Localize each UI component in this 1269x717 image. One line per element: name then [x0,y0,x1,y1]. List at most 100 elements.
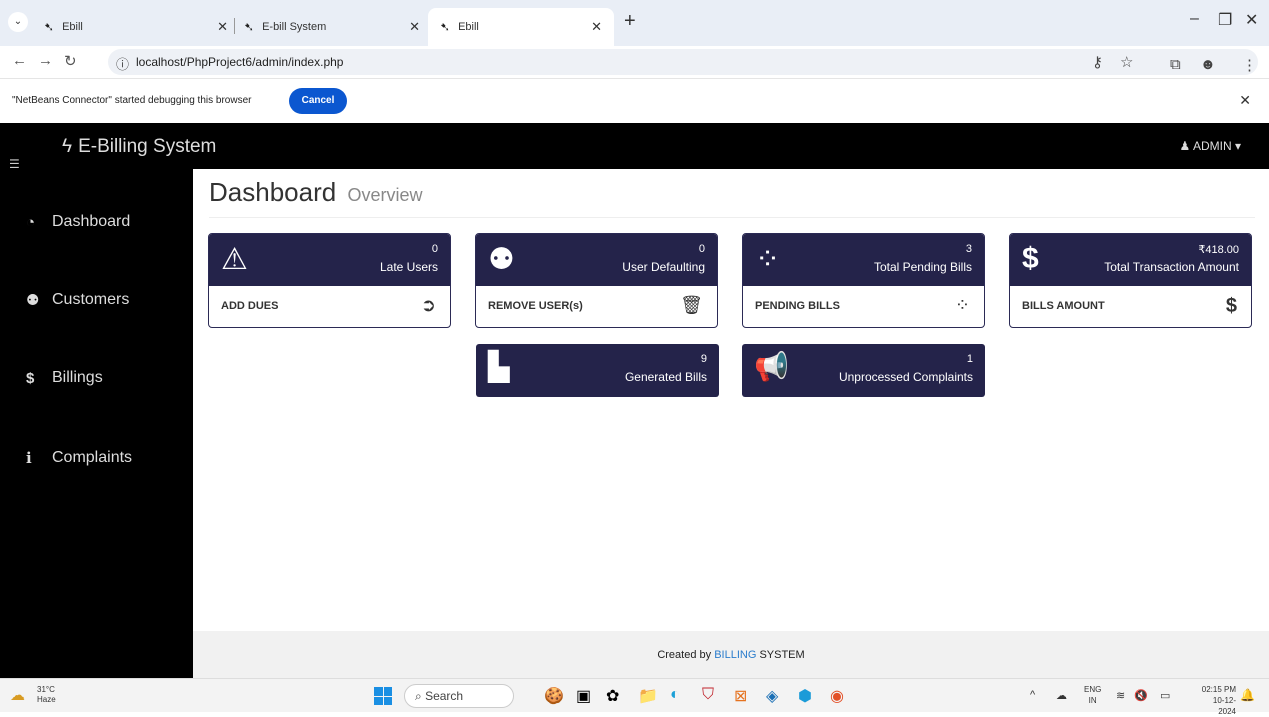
browser-tab[interactable]: ➷ Ebill ✕ [44,14,228,40]
extensions-icon[interactable]: ⧉ [1170,56,1181,73]
language-indicator[interactable]: ENG IN [1084,684,1101,706]
bolt-icon: ϟ [62,136,73,157]
pending-bills-card: ⁘ 3 Total Pending Bills PENDING BILLS ⁘ [742,233,985,328]
wifi-icon[interactable]: ≋ [1116,689,1125,702]
spinner-icon: ⁘ [954,295,970,315]
volume-icon[interactable]: 🔇 [1134,689,1148,702]
user-menu[interactable]: ♟ ADMIN ▾ [1180,139,1241,153]
copilot-icon[interactable]: ✿ [606,686,619,706]
password-key-icon[interactable]: ⚷ [1092,53,1103,71]
unprocessed-complaints-count: 1 [966,353,973,365]
sidebar-item-billings[interactable]: $ Billings [26,369,103,387]
card-footer-label: BILLS AMOUNT [1022,300,1105,312]
tab-close-icon[interactable]: ✕ [217,19,228,35]
clock[interactable]: 02:15 PM 10-12-2024 [1196,684,1236,717]
onedrive-icon[interactable]: ☁ [1056,689,1067,702]
sidebar-item-complaints[interactable]: i Complaints [26,449,132,467]
browser-tab-active[interactable]: ➷ Ebill ✕ [428,8,614,46]
task-view-icon[interactable]: ▣ [576,686,591,706]
weather-icon[interactable]: ☁ [10,686,25,704]
url-text[interactable]: localhost/PhpProject6/admin/index.php [136,55,343,69]
tab-favicon-icon: ➷ [440,20,451,34]
restore-icon[interactable]: ❐ [1218,10,1232,30]
chrome-icon[interactable]: ◉ [830,686,844,706]
cancel-debugging-button[interactable]: Cancel [289,88,347,114]
tab-search-button[interactable]: ⌄ [8,12,28,32]
notification-bell-icon[interactable]: 🔔 [1240,688,1255,702]
netbeans-icon[interactable]: ◈ [766,686,778,706]
unprocessed-complaints-card[interactable]: 📢 1 Unprocessed Complaints [742,344,985,397]
widgets-icon[interactable]: 🍪 [544,686,564,706]
tab-close-icon[interactable]: ✕ [409,19,420,35]
tab-title: Ebill [62,21,83,33]
file-explorer-icon[interactable]: 📁 [638,686,658,706]
taskbar-search[interactable]: ⌕ Search [404,684,514,708]
sidebar-item-label: Billings [52,369,103,386]
clock-date: 10-12-2024 [1212,696,1236,716]
sidebar-item-label: Dashboard [52,213,131,230]
footer-prefix: Created by [657,649,712,661]
dollar-icon: $ [1022,242,1039,275]
weather-condition: Haze [37,695,56,704]
browser-menu-icon[interactable]: ⋮ [1242,56,1257,74]
unprocessed-complaints-label: Unprocessed Complaints [838,370,973,384]
edge-icon[interactable]: ◐ [670,686,680,704]
weather-widget[interactable]: 31°C Haze [37,685,56,705]
transaction-amount-label: Total Transaction Amount [1104,260,1239,274]
tab-favicon-icon: ➷ [44,20,55,34]
card-header: ⚠ 0 Late Users [209,234,450,286]
address-bar[interactable]: ⓘ localhost/PhpProject6/admin/index.php … [108,49,1258,75]
bills-amount-link[interactable]: BILLS AMOUNT $ [1010,286,1251,327]
page-footer: Created by BILLING SYSTEM [193,631,1269,678]
spinner-icon: ⁘ [755,243,781,276]
infobar-close-icon[interactable]: ✕ [1239,92,1251,109]
transaction-amount-value: ₹418.00 [1198,244,1239,256]
sidebar-item-dashboard[interactable]: ◔ Dashboard [26,213,130,231]
browser-tab-strip: ⌄ ➷ Ebill ✕ ➷ E-bill System ✕ ➷ Ebill ✕ … [0,0,1269,46]
generated-bills-card[interactable]: ▙ 9 Generated Bills [476,344,719,397]
debug-infobar: "NetBeans Connector" started debugging t… [0,78,1269,123]
battery-icon[interactable]: ▭ [1160,689,1170,702]
tab-separator [234,18,235,34]
pending-bills-label: Total Pending Bills [873,260,972,274]
remove-users-link[interactable]: REMOVE USER(s) 🗑 [476,286,717,327]
footer-text: Created by BILLING SYSTEM [193,649,1269,661]
reload-icon[interactable]: ↻ [64,52,77,70]
footer-brand: BILLING [714,649,757,661]
brand-text: E-Billing System [78,136,217,157]
close-window-icon[interactable]: ✕ [1245,10,1258,30]
user-icon: ♟ [1179,139,1191,153]
browser-tab[interactable]: ➷ E-bill System ✕ [244,14,420,40]
megaphone-icon: 📢 [754,351,789,382]
browser-toolbar: ← → ↻ ⓘ localhost/PhpProject6/admin/inde… [0,46,1269,78]
pending-bills-link[interactable]: PENDING BILLS ⁘ [743,286,984,327]
chevron-up-icon[interactable]: ^ [1030,689,1035,701]
infobar-message: "NetBeans Connector" started debugging t… [12,95,252,106]
sidebar-item-customers[interactable]: ⚉ Customers [26,291,129,309]
late-users-count: 0 [431,243,438,255]
card-footer-label: REMOVE USER(s) [488,300,583,312]
arrow-circle-right-icon: ➲ [420,295,436,315]
back-icon[interactable]: ← [12,52,27,69]
os-taskbar: ☁ 31°C Haze ⌕ Search 🍪 ▣ ✿ 📁 ◐ ⛉ ⊠ ◈ ⬢ ◉… [0,678,1269,716]
generated-bills-label: Generated Bills [624,370,707,384]
start-button[interactable] [374,687,392,705]
forward-icon[interactable]: → [38,52,53,69]
xampp-icon[interactable]: ⊠ [734,686,747,706]
dollar-icon: $ [1225,295,1237,317]
tab-close-icon[interactable]: ✕ [591,19,602,35]
profile-icon[interactable]: ☻ [1200,56,1216,73]
mcafee-icon[interactable]: ⛉ [702,686,714,704]
lang-code: ENG [1084,685,1102,694]
minimize-icon[interactable]: – [1190,10,1199,28]
warning-icon: ⚠ [221,243,248,276]
app-brand[interactable]: ϟ E-Billing System [62,136,216,158]
add-dues-link[interactable]: ADD DUES ➲ [209,286,450,327]
region-code: IN [1088,696,1097,705]
new-tab-button[interactable]: + [624,10,636,33]
pending-bills-count: 3 [965,243,972,255]
site-info-icon[interactable]: ⓘ [116,54,129,73]
bookmark-star-icon[interactable]: ☆ [1120,53,1133,71]
card-header: $ ₹418.00 Total Transaction Amount [1010,234,1251,286]
mysql-icon[interactable]: ⬢ [798,686,812,706]
